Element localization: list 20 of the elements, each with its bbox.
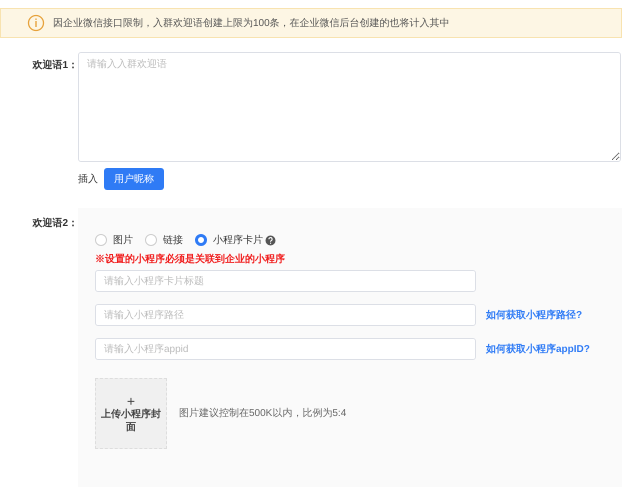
field-label: 欢迎语2： xyxy=(32,216,78,231)
plus-icon: + xyxy=(126,394,136,408)
notice-text: 因企业微信接口限制，入群欢迎语创建上限为100条，在企业微信后台创建的也将计入其中 xyxy=(53,16,450,30)
text-input[interactable]: 请输入小程序路径 xyxy=(95,304,476,326)
info-icon xyxy=(27,14,45,32)
nickname-button[interactable]: 用户昵称 xyxy=(104,168,164,190)
radio-option[interactable]: 链接 xyxy=(145,232,183,248)
radio-option[interactable]: 图片 xyxy=(95,232,133,248)
upload-cover-button[interactable]: + 上传小程序封面 xyxy=(95,378,167,449)
welcome-textarea[interactable]: 请输入入群欢迎语 xyxy=(78,52,621,162)
warning-text: ※设置的小程序必须是关联到企业的小程序 xyxy=(95,252,286,267)
insert-label: 插入 xyxy=(78,172,98,186)
field-label: 欢迎语1： xyxy=(32,58,78,73)
help-link[interactable]: 如何获取小程序路径? xyxy=(486,308,582,322)
radio-option[interactable]: 小程序卡片 xyxy=(195,232,263,248)
text-input[interactable]: 请输入小程序appid xyxy=(95,338,476,360)
help-link[interactable]: 如何获取小程序appID? xyxy=(486,342,590,356)
text-input[interactable]: 请输入小程序卡片标题 xyxy=(95,270,476,292)
hint-text: 图片建议控制在500K以内，比例为5:4 xyxy=(179,406,346,421)
help-icon[interactable] xyxy=(265,234,276,246)
